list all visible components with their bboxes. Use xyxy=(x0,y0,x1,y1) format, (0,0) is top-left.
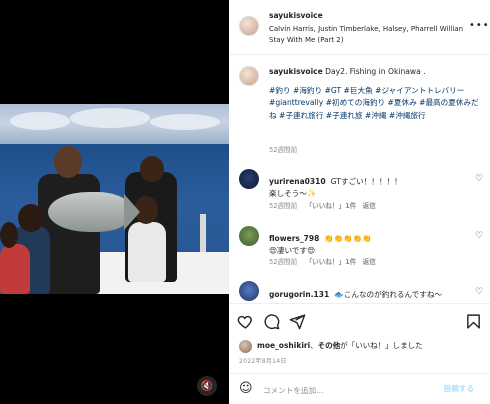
caption: sayukisvoice Day2. Fishing in Okinawa . … xyxy=(269,66,479,122)
caption-time: 52週間前 xyxy=(269,146,298,154)
liked-by-avatar[interactable] xyxy=(239,340,252,353)
music-title[interactable]: Stay With Me (Part 2) xyxy=(269,35,344,45)
comment-username[interactable]: gorugorin.131 xyxy=(269,290,329,299)
post-media[interactable]: 🔇 xyxy=(0,0,229,404)
comment-item: gorugorin.131 🐟こんなのが釣れるんですね〜 😲 xyxy=(269,282,459,303)
caption-username[interactable]: sayukisvoice xyxy=(269,67,323,76)
comment-text: GTすごい！！！！！ xyxy=(330,177,402,186)
photo-fish xyxy=(48,192,130,232)
comment-time: 52週間前 xyxy=(269,202,298,210)
comments-scroll[interactable]: sayukisvoice Day2. Fishing in Okinawa . … xyxy=(229,56,490,303)
comment-avatar[interactable] xyxy=(239,226,259,246)
share-icon[interactable] xyxy=(289,313,306,330)
comment-avatar[interactable] xyxy=(239,169,259,189)
photo-sky xyxy=(0,104,229,146)
liked-by-tail: が「いいね！」しました xyxy=(340,341,423,350)
comment-item: flowers_798 👏👏👏👏👏 😍凄いです😍 xyxy=(269,226,459,257)
comment-text: 🐟こんなのが釣れるんですね〜 xyxy=(334,290,443,299)
post-date[interactable]: 2022年8月14日 xyxy=(239,356,287,365)
comment-likes[interactable]: 「いいね！」1件 xyxy=(306,202,357,210)
comment-username[interactable]: yurirena0310 xyxy=(269,177,326,186)
emoji-icon[interactable]: ☺ xyxy=(239,382,253,396)
comment-item: yurirena0310 GTすごい！！！！！ 楽しそう〜✨ xyxy=(269,169,459,200)
liked-by-user[interactable]: moe_oshikiri xyxy=(257,341,310,350)
comment-time: 52週間前 xyxy=(269,258,298,266)
post-header: sayukisvoice Calvin Harris, Justin Timbe… xyxy=(229,0,490,55)
bookmark-icon[interactable] xyxy=(465,313,482,330)
heart-icon[interactable] xyxy=(237,313,254,330)
speaker-muted-icon: 🔇 xyxy=(200,380,214,392)
photo-person xyxy=(128,222,166,282)
comment-likes[interactable]: 「いいね！」1件 xyxy=(306,258,357,266)
more-icon[interactable]: ••• xyxy=(469,20,490,31)
caption-text: Day2. Fishing in Okinawa . xyxy=(325,67,426,76)
liked-by-others[interactable]: その他 xyxy=(318,341,341,350)
add-comment-bar: ☺ 投稿する xyxy=(229,373,490,404)
caption-hashtags[interactable]: #釣り #海釣り #GT #巨大魚 #ジャイアントトレバリー #gianttre… xyxy=(269,86,479,120)
reply-button[interactable]: 返信 xyxy=(363,258,376,266)
avatar[interactable] xyxy=(239,16,259,36)
header-username[interactable]: sayukisvoice xyxy=(269,11,323,20)
heart-outline-icon[interactable]: ♡ xyxy=(475,231,485,241)
reply-button[interactable]: 返信 xyxy=(363,202,376,210)
heart-outline-icon[interactable]: ♡ xyxy=(475,174,485,184)
comment-meta: 52週間前 「いいね！」1件 返信 xyxy=(269,200,376,210)
post-button[interactable]: 投稿する xyxy=(444,383,474,394)
comment-meta: 52週間前 「いいね！」1件 返信 xyxy=(269,256,376,266)
post-actions: moe_oshikiri、その他が「いいね！」しました 2022年8月14日 ☺… xyxy=(229,303,490,404)
comment-username[interactable]: flowers_798 xyxy=(269,234,319,243)
mute-button[interactable]: 🔇 xyxy=(197,376,217,396)
liked-by: moe_oshikiri、その他が「いいね！」しました xyxy=(257,340,423,351)
comment-icon[interactable] xyxy=(263,313,280,330)
heart-outline-icon[interactable]: ♡ xyxy=(475,287,485,297)
liked-by-separator: 、 xyxy=(310,341,318,350)
comment-text-line2: 楽しそう〜✨ xyxy=(269,189,317,198)
post-panel: sayukisvoice Calvin Harris, Justin Timbe… xyxy=(229,0,490,404)
comment-input[interactable] xyxy=(263,382,423,398)
comment-avatar[interactable] xyxy=(239,281,259,301)
music-artists[interactable]: Calvin Harris, Justin Timberlake, Halsey… xyxy=(269,24,469,34)
post-photo xyxy=(0,104,229,294)
photo-person xyxy=(0,244,30,294)
comment-text: 👏👏👏👏👏 xyxy=(324,234,372,243)
caption-avatar[interactable] xyxy=(239,66,259,86)
